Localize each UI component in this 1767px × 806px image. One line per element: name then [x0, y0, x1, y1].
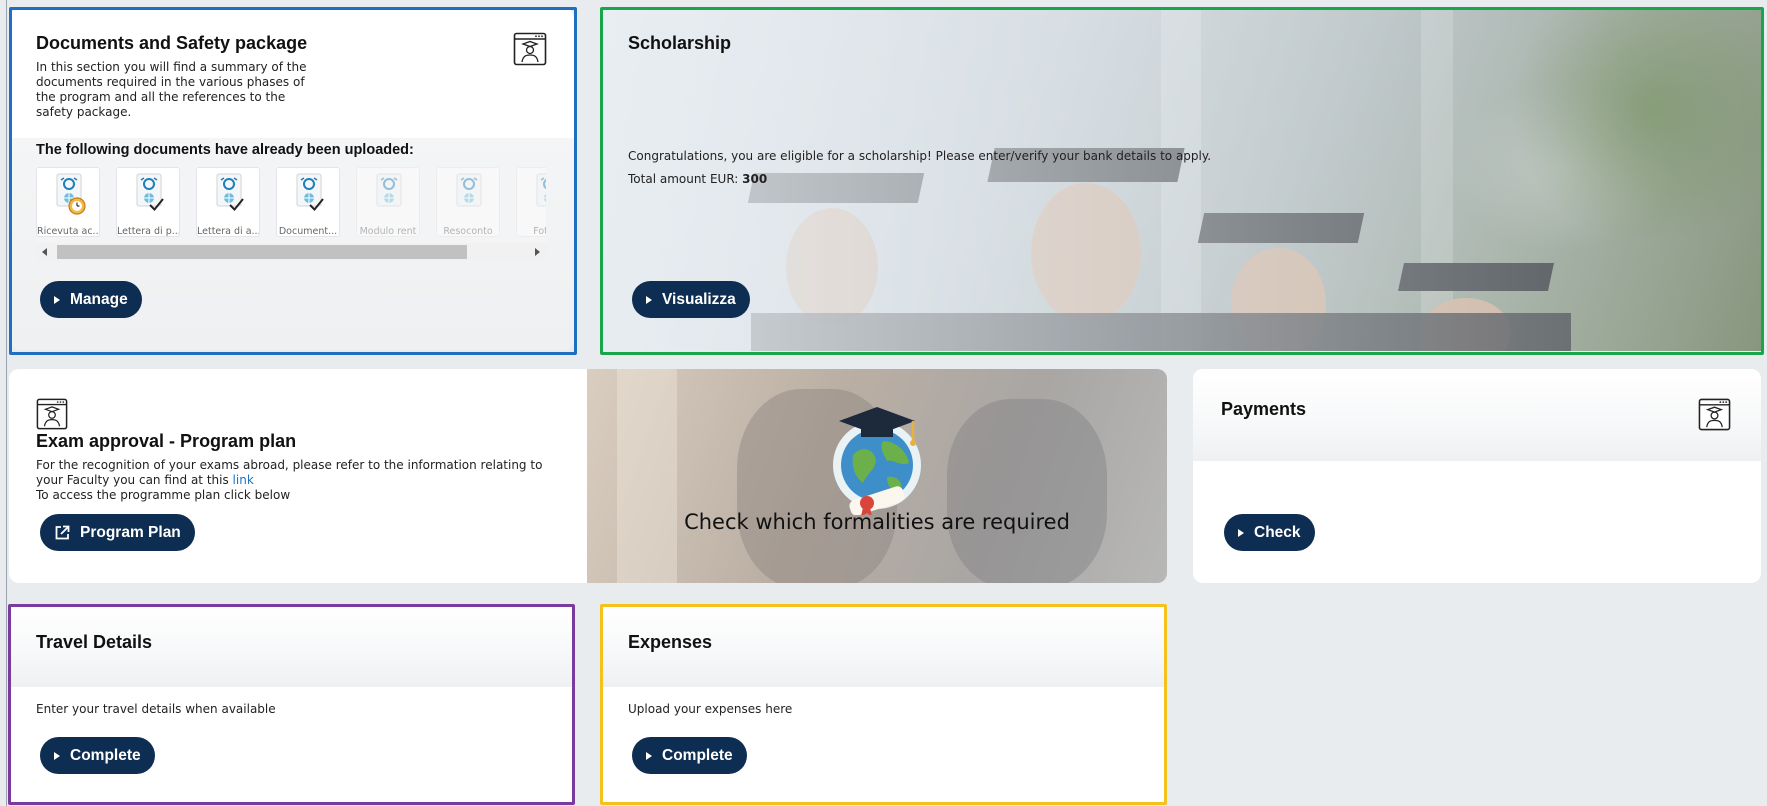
- document-icon: [536, 173, 546, 207]
- play-icon: [646, 751, 652, 760]
- frame-left-line: [6, 0, 7, 806]
- program-plan-button[interactable]: Program Plan: [40, 514, 195, 551]
- document-icon: [456, 173, 482, 207]
- documents-scrollbar[interactable]: [36, 243, 546, 261]
- exam-banner-text: Check which formalities are required: [684, 510, 1070, 534]
- visualizza-button-label: Visualizza: [662, 290, 736, 308]
- exam-banner[interactable]: Check which formalities are required: [587, 369, 1167, 583]
- exam-programme-hint: To access the programme plan click below: [36, 488, 291, 502]
- exam-description: For the recognition of your exams abroad…: [36, 458, 556, 488]
- expenses-complete-label: Complete: [662, 746, 733, 764]
- check-button-label: Check: [1254, 523, 1301, 541]
- external-link-icon: [55, 525, 70, 539]
- document-tile[interactable]: Lettera di a...: [196, 167, 260, 237]
- amount-value: 300: [742, 172, 768, 186]
- document-tile-label: Foto d: [533, 226, 546, 237]
- document-tile[interactable]: Foto d: [516, 167, 546, 237]
- scholarship-card: [601, 8, 1762, 351]
- document-tile-label: Ricevuta ac...: [37, 226, 99, 237]
- play-icon: [646, 295, 652, 304]
- document-tile[interactable]: Modulo rent: [356, 167, 420, 237]
- scholarship-title: Scholarship: [628, 33, 732, 53]
- travel-title: Travel Details: [36, 632, 153, 652]
- payments-title: Payments: [1221, 399, 1307, 419]
- scroll-right-icon[interactable]: [535, 248, 540, 256]
- scholarship-message: Congratulations, you are eligible for a …: [628, 149, 1212, 163]
- expenses-title: Expenses: [628, 632, 713, 652]
- graduate-screen-icon: [1698, 398, 1731, 431]
- expenses-complete-button[interactable]: Complete: [632, 737, 747, 774]
- exam-desc-text: For the recognition of your exams abroad…: [36, 458, 543, 487]
- document-icon: [376, 173, 402, 207]
- program-plan-button-label: Program Plan: [80, 523, 181, 541]
- faculty-link[interactable]: link: [233, 473, 254, 487]
- document-tile[interactable]: Resoconto: [436, 167, 500, 237]
- amount-label: Total amount EUR:: [628, 172, 739, 186]
- check-button[interactable]: Check: [1224, 514, 1315, 551]
- document-icon: [296, 173, 324, 211]
- document-tile[interactable]: Document...: [276, 167, 340, 237]
- document-tile-label: Resoconto: [443, 226, 493, 237]
- documents-description: In this section you will find a summary …: [36, 60, 307, 119]
- play-icon: [1238, 528, 1244, 537]
- document-icon: [216, 173, 244, 211]
- document-tile-label: Document...: [278, 226, 338, 237]
- play-icon: [54, 751, 60, 760]
- graduate-screen-icon: [513, 32, 547, 66]
- visualizza-button[interactable]: Visualizza: [632, 281, 750, 318]
- document-tile[interactable]: Ricevuta ac...: [36, 167, 100, 237]
- graduate-screen-icon: [36, 398, 68, 430]
- document-tile[interactable]: Lettera di p...: [116, 167, 180, 237]
- documents-header-icon: [513, 32, 547, 66]
- travel-description: Enter your travel details when available: [36, 702, 276, 716]
- uploaded-heading: The following documents have already bee…: [36, 142, 414, 158]
- manage-button-label: Manage: [70, 290, 128, 308]
- scholarship-amount: Total amount EUR: 300: [628, 172, 767, 187]
- scroll-left-icon[interactable]: [42, 248, 47, 256]
- scrollbar-thumb[interactable]: [57, 245, 467, 259]
- document-icon: [56, 173, 86, 215]
- travel-complete-button[interactable]: Complete: [40, 737, 155, 774]
- play-icon: [54, 295, 60, 304]
- document-tile-label: Modulo rent: [359, 226, 417, 237]
- document-tile-label: Lettera di a...: [197, 226, 259, 237]
- manage-button[interactable]: Manage: [40, 281, 142, 318]
- payments-header-icon: [1698, 398, 1731, 431]
- travel-complete-label: Complete: [70, 746, 141, 764]
- expenses-description: Upload your expenses here: [628, 702, 793, 716]
- exam-title: Exam approval - Program plan: [36, 431, 297, 451]
- globe-graduate-icon: [833, 407, 921, 515]
- clock-icon: [68, 197, 86, 215]
- documents-title: Documents and Safety package: [36, 33, 308, 53]
- exam-header-icon: [36, 398, 68, 430]
- document-tile-label: Lettera di p...: [117, 226, 179, 237]
- document-icon: [136, 173, 164, 211]
